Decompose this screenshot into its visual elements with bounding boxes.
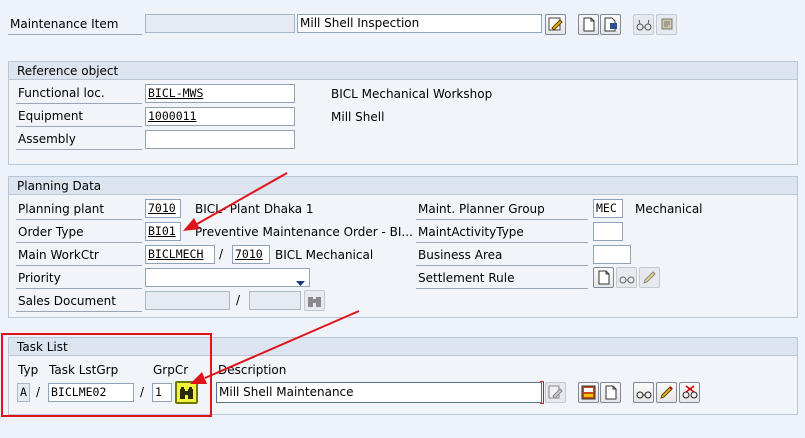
annotation-arrow-search bbox=[190, 310, 360, 384]
annotation-arrows bbox=[183, 172, 360, 384]
annotation-arrow-order-type bbox=[183, 172, 288, 231]
